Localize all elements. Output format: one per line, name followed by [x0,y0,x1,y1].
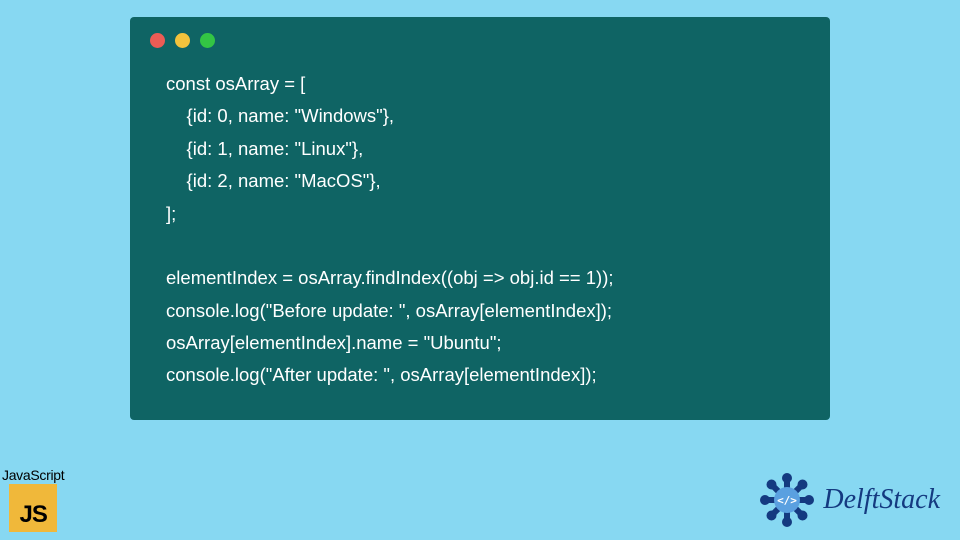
svg-text:</>: </> [777,494,797,507]
maximize-icon [200,33,215,48]
javascript-short: JS [19,501,46,529]
javascript-badge: JavaScript JS [2,467,64,532]
code-window: const osArray = [ {id: 0, name: "Windows… [130,17,830,420]
delftstack-icon: </> [757,470,817,530]
window-controls [130,17,830,56]
delftstack-logo: </> DelftStack [757,470,940,530]
code-block: const osArray = [ {id: 0, name: "Windows… [130,56,830,400]
close-icon [150,33,165,48]
minimize-icon [175,33,190,48]
delftstack-brand: DelftStack [823,484,940,516]
javascript-icon: JS [9,484,57,532]
javascript-label: JavaScript [2,467,64,483]
